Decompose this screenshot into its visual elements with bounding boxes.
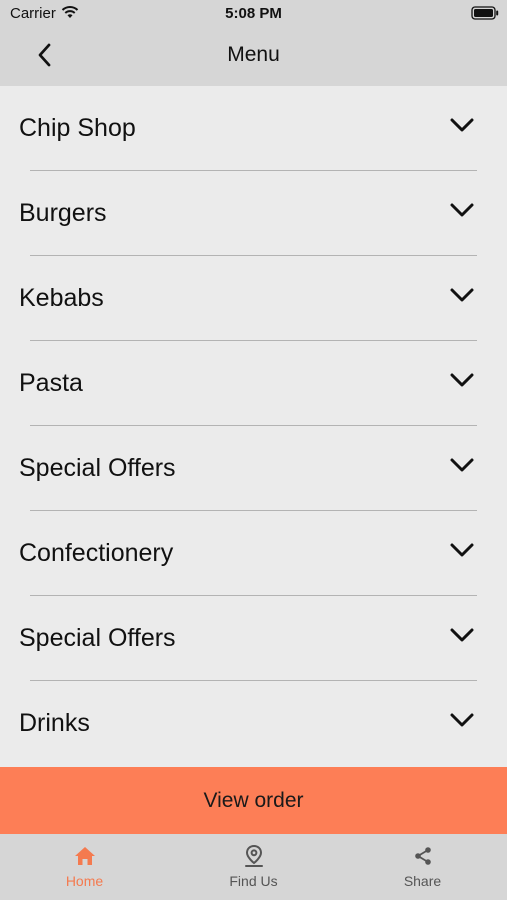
tab-home[interactable]: Home	[0, 834, 169, 900]
menu-category-label: Pasta	[19, 369, 83, 397]
tab-home-label: Home	[65, 873, 104, 889]
menu-category-list: Chip Shop Burgers Kebabs Pasta Special O…	[0, 86, 507, 767]
chevron-down-icon	[450, 288, 474, 302]
chevron-down-icon	[450, 543, 474, 557]
menu-category-row[interactable]: Chip Shop	[0, 86, 507, 171]
chevron-down-icon	[450, 118, 474, 132]
nav-bar: Menu	[0, 28, 507, 86]
tab-find-us-label: Find Us	[229, 873, 278, 889]
chevron-down-icon	[450, 628, 474, 642]
chevron-down-icon	[450, 203, 474, 217]
chevron-down-icon	[450, 458, 474, 472]
menu-category-label: Special Offers	[19, 454, 176, 482]
chevron-left-icon	[38, 43, 51, 67]
status-time: 5:08 PM	[225, 5, 282, 22]
menu-category-row[interactable]: Drinks	[0, 681, 507, 766]
menu-category-row[interactable]: Kebabs	[0, 256, 507, 341]
battery-icon	[471, 6, 499, 24]
menu-category-label: Burgers	[19, 199, 107, 227]
tab-find-us[interactable]: Find Us	[169, 834, 338, 900]
menu-category-row[interactable]: Special Offers	[0, 596, 507, 681]
location-pin-icon	[243, 844, 265, 868]
status-bar: Carrier 5:08 PM	[0, 0, 507, 28]
menu-category-row[interactable]: Special Offers	[0, 426, 507, 511]
chevron-down-icon	[450, 373, 474, 387]
menu-category-row[interactable]: Burgers	[0, 171, 507, 256]
menu-category-label: Chip Shop	[19, 114, 136, 142]
menu-category-row[interactable]: Confectionery	[0, 511, 507, 596]
page-title: Menu	[227, 43, 280, 66]
back-button[interactable]	[30, 40, 60, 70]
menu-category-label: Kebabs	[19, 284, 104, 312]
tab-share-label: Share	[403, 873, 442, 889]
menu-category-row[interactable]: Pasta	[0, 341, 507, 426]
tab-bar: Home Find Us Share	[0, 834, 507, 900]
tab-share[interactable]: Share	[338, 834, 507, 900]
chevron-down-icon	[450, 713, 474, 727]
share-icon	[412, 844, 434, 868]
view-order-button[interactable]: View order	[0, 767, 507, 834]
home-icon	[73, 844, 97, 868]
menu-category-label: Special Offers	[19, 624, 176, 652]
menu-category-label: Drinks	[19, 709, 90, 737]
menu-category-label: Confectionery	[19, 539, 174, 567]
